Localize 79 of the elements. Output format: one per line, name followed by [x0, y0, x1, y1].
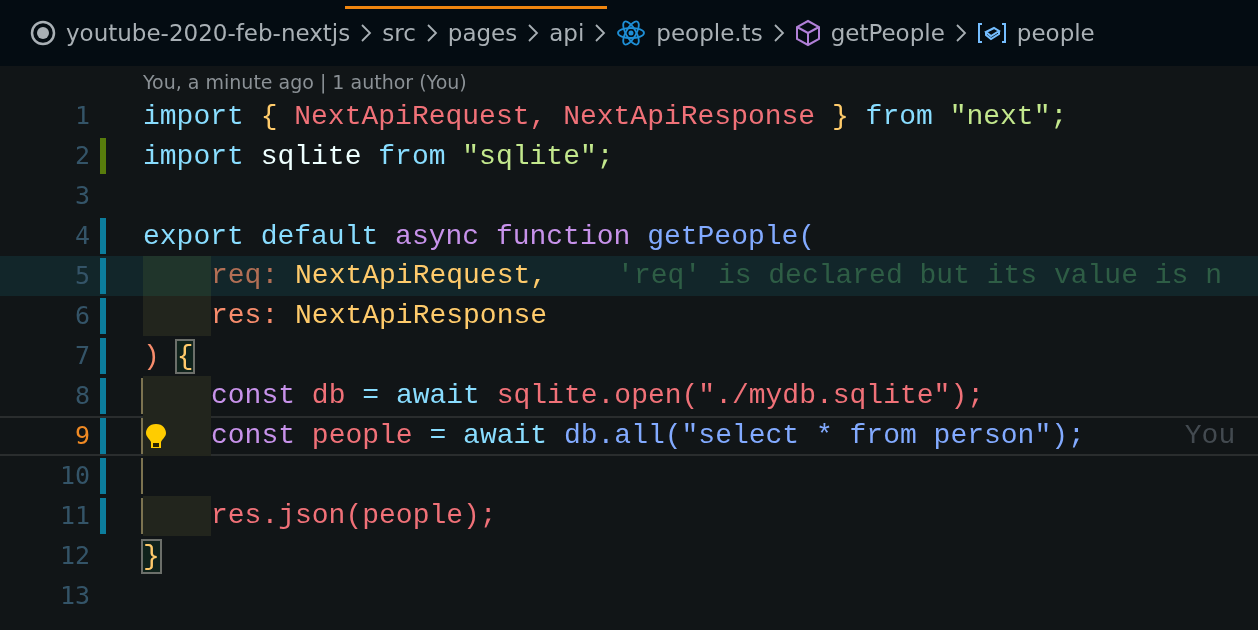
circle-dot-icon: [30, 20, 56, 46]
blame-annotation: You, a minute ago | 1 author (You): [142, 70, 468, 94]
code-token: function: [495, 220, 631, 252]
lightbulb-icon[interactable]: [144, 422, 168, 450]
cube-icon: [794, 19, 821, 47]
code-token: =: [429, 420, 447, 452]
code-token: "sqlite";: [462, 140, 614, 172]
code-token: }: [832, 100, 849, 132]
code-token: res:: [211, 300, 279, 332]
breadcrumb-item[interactable]: youtube-2020-feb-nextjs: [66, 20, 351, 46]
code-token: sqlite.open("./mydb.sqlite");: [496, 380, 984, 412]
breadcrumb-item[interactable]: getPeople: [830, 20, 945, 46]
indent-guide-background: [143, 496, 211, 536]
chevron-right-icon: [360, 23, 373, 43]
chevron-right-icon: [772, 23, 785, 43]
code-token: getPeople(: [647, 220, 816, 252]
indent-guide-background: [143, 376, 211, 416]
code-token: import: [143, 140, 244, 172]
chevron-right-icon: [954, 23, 967, 43]
line-number: 13: [58, 580, 90, 612]
change-marker: [100, 498, 106, 534]
variable-icon: [976, 21, 1007, 45]
code-token: await: [395, 380, 480, 412]
matched-bracket: {: [176, 340, 194, 372]
line-number: 12: [58, 540, 90, 572]
code-token: await: [463, 420, 548, 452]
code-token: {: [260, 100, 278, 132]
breadcrumb-item[interactable]: src: [382, 20, 416, 46]
breadcrumb-item[interactable]: people.ts: [656, 20, 763, 46]
code-token: NextApiResponse: [563, 100, 816, 132]
code-token: db: [311, 380, 346, 412]
code-token: people: [311, 420, 413, 452]
inline-blame: You: [1184, 420, 1236, 452]
change-marker: [100, 258, 106, 294]
change-marker: [100, 138, 106, 174]
chevron-right-icon: [527, 23, 540, 43]
line-number: 2: [73, 140, 90, 172]
matched-bracket: }: [143, 540, 160, 572]
code-token: NextApiRequest,: [295, 260, 548, 292]
breadcrumb-item[interactable]: pages: [447, 20, 518, 46]
code-token: =: [362, 380, 380, 412]
code-token: from: [865, 100, 933, 132]
line-number: 6: [73, 300, 90, 332]
line-number: 11: [58, 500, 90, 532]
code-token: export: [143, 220, 244, 252]
code-token: NextApiRequest,: [294, 100, 547, 132]
breadcrumb-item[interactable]: people: [1016, 20, 1095, 46]
line-number: 10: [58, 460, 90, 492]
change-marker: [100, 298, 106, 334]
code-token: "next";: [949, 100, 1068, 132]
code-token: req:: [211, 260, 279, 292]
code-token: ): [143, 340, 160, 372]
code-token: from: [378, 140, 446, 172]
code-token: db.all("select * from person");: [563, 420, 1085, 452]
line-number: 7: [73, 340, 90, 372]
indent-guide-background: [143, 296, 211, 336]
breadcrumb-item[interactable]: api: [549, 20, 585, 46]
code-token: default: [260, 220, 379, 252]
change-marker: [100, 418, 106, 454]
change-marker: [100, 338, 106, 374]
code-token: const: [211, 420, 295, 452]
code-token: import: [143, 100, 244, 132]
line-number: 4: [73, 220, 90, 252]
line-number: 5: [73, 260, 90, 292]
code-token: const: [211, 380, 295, 412]
atom-icon: [616, 18, 647, 48]
code-token: NextApiResponse: [295, 300, 548, 332]
line-number: 3: [73, 180, 90, 212]
line-number: 8: [73, 380, 90, 412]
chevron-right-icon: [594, 23, 607, 43]
change-marker: [100, 378, 106, 414]
chevron-right-icon: [425, 23, 438, 43]
change-marker: [100, 458, 106, 494]
line-number: 9: [73, 420, 90, 452]
code-token: async: [395, 220, 480, 252]
code-token: sqlite: [260, 140, 362, 172]
code-token: res.json(people);: [211, 500, 497, 532]
line-number: 1: [73, 100, 90, 132]
change-marker: [100, 218, 106, 254]
